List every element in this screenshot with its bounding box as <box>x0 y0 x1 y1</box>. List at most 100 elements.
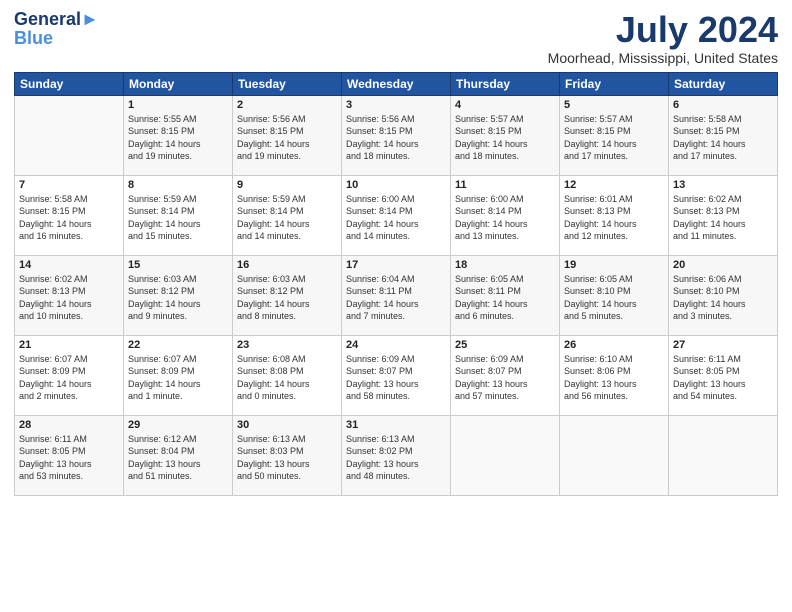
day-number: 2 <box>237 99 337 111</box>
calendar-cell: 7 Sunrise: 5:58 AM Sunset: 8:15 PM Daylig… <box>15 175 124 255</box>
day-info: Sunrise: 6:03 AM Sunset: 8:12 PM Dayligh… <box>128 273 228 323</box>
day-number: 20 <box>673 259 773 271</box>
title-block: July 2024 Moorhead, Mississippi, United … <box>548 10 778 66</box>
calendar-week-row: 7 Sunrise: 5:58 AM Sunset: 8:15 PM Daylig… <box>15 175 778 255</box>
day-number: 9 <box>237 179 337 191</box>
calendar-cell: 29Sunrise: 6:12 AM Sunset: 8:04 PM Dayli… <box>124 415 233 495</box>
calendar-cell: 23Sunrise: 6:08 AM Sunset: 8:08 PM Dayli… <box>233 335 342 415</box>
day-info: Sunrise: 6:02 AM Sunset: 8:13 PM Dayligh… <box>673 193 773 243</box>
calendar-cell <box>669 415 778 495</box>
calendar-cell <box>15 95 124 175</box>
day-info: Sunrise: 6:04 AM Sunset: 8:11 PM Dayligh… <box>346 273 446 323</box>
day-number: 28 <box>19 419 119 431</box>
day-info: Sunrise: 5:57 AM Sunset: 8:15 PM Dayligh… <box>564 113 664 163</box>
day-info: Sunrise: 6:03 AM Sunset: 8:12 PM Dayligh… <box>237 273 337 323</box>
logo: General► Blue <box>14 10 99 49</box>
day-number: 10 <box>346 179 446 191</box>
day-number: 16 <box>237 259 337 271</box>
calendar-day-header: Tuesday <box>233 72 342 95</box>
day-info: Sunrise: 5:56 AM Sunset: 8:15 PM Dayligh… <box>237 113 337 163</box>
calendar-cell: 18 Sunrise: 6:05 AM Sunset: 8:11 PM Dayli… <box>451 255 560 335</box>
day-info: Sunrise: 6:05 AM Sunset: 8:10 PM Dayligh… <box>564 273 664 323</box>
calendar-cell: 2 Sunrise: 5:56 AM Sunset: 8:15 PM Daylig… <box>233 95 342 175</box>
day-info: Sunrise: 6:11 AM Sunset: 8:05 PM Dayligh… <box>19 433 119 483</box>
day-number: 14 <box>19 259 119 271</box>
calendar-cell: 24Sunrise: 6:09 AM Sunset: 8:07 PM Dayli… <box>342 335 451 415</box>
day-number: 22 <box>128 339 228 351</box>
day-number: 12 <box>564 179 664 191</box>
day-info: Sunrise: 6:12 AM Sunset: 8:04 PM Dayligh… <box>128 433 228 483</box>
calendar-cell: 8Sunrise: 5:59 AM Sunset: 8:14 PM Daylig… <box>124 175 233 255</box>
calendar-day-header: Saturday <box>669 72 778 95</box>
day-number: 6 <box>673 99 773 111</box>
calendar-cell <box>451 415 560 495</box>
calendar-cell: 31 Sunrise: 6:13 AM Sunset: 8:02 PM Dayli… <box>342 415 451 495</box>
calendar-cell: 19 Sunrise: 6:05 AM Sunset: 8:10 PM Dayli… <box>560 255 669 335</box>
day-number: 30 <box>237 419 337 431</box>
day-number: 15 <box>128 259 228 271</box>
calendar-cell: 13 Sunrise: 6:02 AM Sunset: 8:13 PM Dayli… <box>669 175 778 255</box>
day-number: 7 <box>19 179 119 191</box>
day-info: Sunrise: 6:05 AM Sunset: 8:11 PM Dayligh… <box>455 273 555 323</box>
calendar-cell: 22 Sunrise: 6:07 AM Sunset: 8:09 PM Dayli… <box>124 335 233 415</box>
calendar-day-header: Friday <box>560 72 669 95</box>
calendar-cell: 28 Sunrise: 6:11 AM Sunset: 8:05 PM Dayli… <box>15 415 124 495</box>
calendar-cell: 4 Sunrise: 5:57 AM Sunset: 8:15 PM Daylig… <box>451 95 560 175</box>
day-info: Sunrise: 6:00 AM Sunset: 8:14 PM Dayligh… <box>455 193 555 243</box>
day-info: Sunrise: 6:10 AM Sunset: 8:06 PM Dayligh… <box>564 353 664 403</box>
calendar-day-header: Monday <box>124 72 233 95</box>
day-number: 11 <box>455 179 555 191</box>
calendar-cell: 27 Sunrise: 6:11 AM Sunset: 8:05 PM Dayli… <box>669 335 778 415</box>
month-title: July 2024 <box>548 10 778 50</box>
day-info: Sunrise: 6:13 AM Sunset: 8:02 PM Dayligh… <box>346 433 446 483</box>
day-number: 3 <box>346 99 446 111</box>
day-info: Sunrise: 6:13 AM Sunset: 8:03 PM Dayligh… <box>237 433 337 483</box>
calendar-cell: 10 Sunrise: 6:00 AM Sunset: 8:14 PM Dayli… <box>342 175 451 255</box>
day-info: Sunrise: 5:58 AM Sunset: 8:15 PM Dayligh… <box>19 193 119 243</box>
day-info: Sunrise: 5:57 AM Sunset: 8:15 PM Dayligh… <box>455 113 555 163</box>
day-number: 26 <box>564 339 664 351</box>
page: General► Blue July 2024 Moorhead, Missis… <box>0 0 792 612</box>
calendar-week-row: 21 Sunrise: 6:07 AM Sunset: 8:09 PM Dayli… <box>15 335 778 415</box>
calendar-cell: 17 Sunrise: 6:04 AM Sunset: 8:11 PM Dayli… <box>342 255 451 335</box>
calendar-table: SundayMondayTuesdayWednesdayThursdayFrid… <box>14 72 778 496</box>
day-number: 21 <box>19 339 119 351</box>
calendar-cell: 15 Sunrise: 6:03 AM Sunset: 8:12 PM Dayli… <box>124 255 233 335</box>
calendar-cell: 11 Sunrise: 6:00 AM Sunset: 8:14 PM Dayli… <box>451 175 560 255</box>
calendar-day-header: Wednesday <box>342 72 451 95</box>
calendar-day-header: Thursday <box>451 72 560 95</box>
day-info: Sunrise: 6:00 AM Sunset: 8:14 PM Dayligh… <box>346 193 446 243</box>
calendar-week-row: 1 Sunrise: 5:55 AM Sunset: 8:15 PM Daylig… <box>15 95 778 175</box>
day-number: 17 <box>346 259 446 271</box>
day-number: 18 <box>455 259 555 271</box>
day-info: Sunrise: 5:58 AM Sunset: 8:15 PM Dayligh… <box>673 113 773 163</box>
calendar-header-row: SundayMondayTuesdayWednesdayThursdayFrid… <box>15 72 778 95</box>
calendar-cell: 5 Sunrise: 5:57 AM Sunset: 8:15 PM Daylig… <box>560 95 669 175</box>
day-info: Sunrise: 5:56 AM Sunset: 8:15 PM Dayligh… <box>346 113 446 163</box>
day-info: Sunrise: 6:07 AM Sunset: 8:09 PM Dayligh… <box>19 353 119 403</box>
calendar-cell: 30 Sunrise: 6:13 AM Sunset: 8:03 PM Dayli… <box>233 415 342 495</box>
day-number: 13 <box>673 179 773 191</box>
day-number: 4 <box>455 99 555 111</box>
day-number: 5 <box>564 99 664 111</box>
day-info: Sunrise: 6:09 AM Sunset: 8:07 PM Dayligh… <box>346 353 446 403</box>
day-info: Sunrise: 6:07 AM Sunset: 8:09 PM Dayligh… <box>128 353 228 403</box>
calendar-cell: 1 Sunrise: 5:55 AM Sunset: 8:15 PM Daylig… <box>124 95 233 175</box>
calendar-cell: 20Sunrise: 6:06 AM Sunset: 8:10 PM Dayli… <box>669 255 778 335</box>
logo-blue: Blue <box>14 28 53 49</box>
day-info: Sunrise: 6:02 AM Sunset: 8:13 PM Dayligh… <box>19 273 119 323</box>
header: General► Blue July 2024 Moorhead, Missis… <box>14 10 778 66</box>
calendar-day-header: Sunday <box>15 72 124 95</box>
day-number: 1 <box>128 99 228 111</box>
calendar-week-row: 14 Sunrise: 6:02 AM Sunset: 8:13 PM Dayli… <box>15 255 778 335</box>
calendar-cell: 12Sunrise: 6:01 AM Sunset: 8:13 PM Dayli… <box>560 175 669 255</box>
day-number: 31 <box>346 419 446 431</box>
calendar-cell: 3 Sunrise: 5:56 AM Sunset: 8:15 PM Daylig… <box>342 95 451 175</box>
calendar-cell: 21 Sunrise: 6:07 AM Sunset: 8:09 PM Dayli… <box>15 335 124 415</box>
day-info: Sunrise: 6:11 AM Sunset: 8:05 PM Dayligh… <box>673 353 773 403</box>
location: Moorhead, Mississippi, United States <box>548 50 778 66</box>
day-number: 27 <box>673 339 773 351</box>
day-info: Sunrise: 5:55 AM Sunset: 8:15 PM Dayligh… <box>128 113 228 163</box>
calendar-cell: 26 Sunrise: 6:10 AM Sunset: 8:06 PM Dayli… <box>560 335 669 415</box>
day-number: 19 <box>564 259 664 271</box>
